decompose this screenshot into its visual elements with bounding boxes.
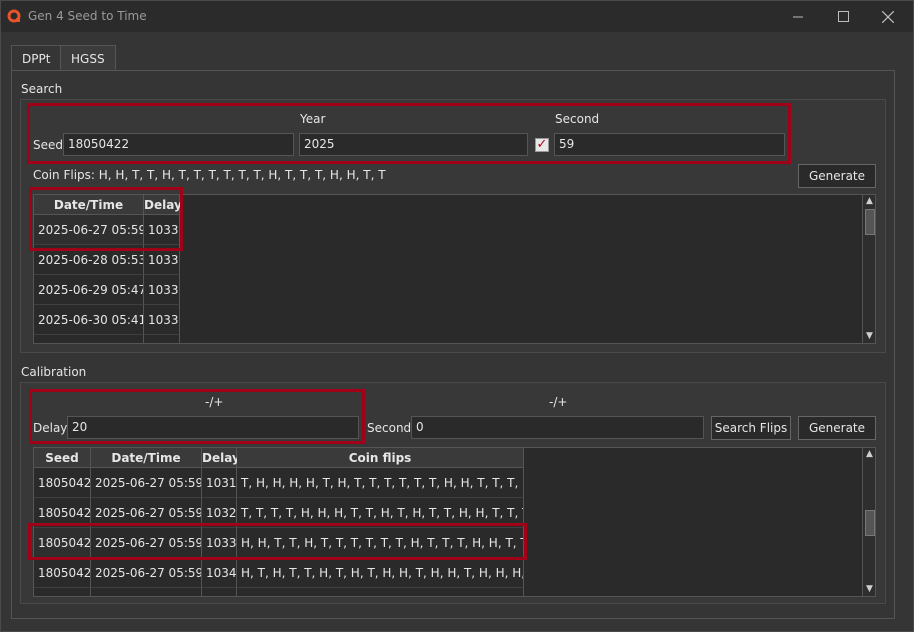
coin-flips-cell: H, T, H, T, T, H, T, H, T, H, H, T, H, H… [237, 558, 524, 588]
tab-hgss[interactable]: HGSS [60, 45, 116, 71]
app-logo-icon [7, 9, 21, 23]
calibration-table-scrollbar[interactable]: ▲ ▼ [862, 448, 875, 596]
column-header-delay[interactable]: Delay [144, 195, 182, 215]
table-header: Seed Date/Time Delay Coin flips [34, 448, 862, 468]
datetime-cell: 2025-06-27 05:59:59 [34, 215, 144, 245]
delay-cell: 1031 [202, 468, 237, 498]
datetime-cell: 2025-06-29 05:47:59 [34, 275, 144, 305]
coin-flips-cell [237, 588, 524, 596]
column-header-datetime[interactable]: Date/Time [34, 195, 144, 215]
window-title: Gen 4 Seed to Time [28, 9, 147, 23]
app-window: Gen 4 Seed to Time DPPt HGSS Search Year… [0, 0, 914, 632]
maximize-icon [837, 11, 849, 22]
datetime-cell: 2025-06-27 05:59:59 [91, 558, 202, 588]
search-results-table: Date/Time Delay 2025-06-27 05:59:59 1033… [33, 194, 876, 344]
scroll-up-icon[interactable]: ▲ [863, 448, 875, 461]
datetime-cell: 2025-06-27 05:59:59 [91, 498, 202, 528]
close-button[interactable] [865, 1, 911, 32]
delay-cell: 1033 [202, 528, 237, 558]
calibration-second-input[interactable]: 0 [411, 416, 704, 439]
delay-cell: 1033 [144, 305, 180, 335]
minimize-button[interactable] [775, 1, 821, 32]
seed-cell: 18050423 [34, 558, 91, 588]
seed-cell [34, 588, 91, 596]
datetime-cell [91, 588, 202, 596]
delay-cell: 1033 [144, 275, 180, 305]
delay-cell: 1032 [202, 498, 237, 528]
calibration-results-table: Seed Date/Time Delay Coin flips 18050420… [33, 447, 876, 597]
second-input[interactable]: 59 [554, 133, 785, 156]
datetime-cell: 2025-06-30 05:41:59 [34, 305, 144, 335]
search-table-scrollbar[interactable]: ▲ ▼ [862, 195, 875, 343]
datetime-cell [34, 335, 144, 343]
column-header-coin-flips[interactable]: Coin flips [237, 448, 524, 468]
scroll-down-icon[interactable]: ▼ [863, 330, 875, 343]
seed-label: Seed [33, 138, 63, 152]
datetime-cell: 2025-06-27 05:59:59 [91, 528, 202, 558]
coin-flips-cell: H, H, T, T, H, T, T, T, T, T, T, H, T, T… [237, 528, 524, 558]
second-checkbox[interactable]: ✓ [535, 138, 549, 152]
search-generate-button[interactable]: Generate [798, 164, 876, 188]
delay-range-header: -/+ [205, 395, 224, 409]
datetime-cell: 2025-06-27 05:59:59 [91, 468, 202, 498]
delay-cell: 1033 [144, 215, 180, 245]
scrollbar-thumb[interactable] [865, 510, 875, 536]
datetime-cell: 2025-06-28 05:53:59 [34, 245, 144, 275]
column-header-delay[interactable]: Delay [202, 448, 240, 468]
coin-flips-text: Coin Flips: H, H, T, T, H, T, T, T, T, T… [33, 168, 386, 182]
maximize-button[interactable] [820, 1, 866, 32]
title-bar: Gen 4 Seed to Time [1, 1, 913, 32]
scrollbar-thumb[interactable] [865, 209, 875, 235]
seed-cell: 18050422 [34, 528, 91, 558]
delay-input[interactable]: 20 [67, 416, 359, 439]
column-header-datetime[interactable]: Date/Time [91, 448, 202, 468]
coin-flips-cell: T, H, H, H, H, T, H, T, T, T, T, T, T, H… [237, 468, 524, 498]
calibration-generate-button[interactable]: Generate [798, 416, 876, 440]
calibration-group-label: Calibration [21, 365, 87, 379]
second-range-header: -/+ [549, 395, 568, 409]
column-header-seed[interactable]: Seed [34, 448, 91, 468]
seed-input[interactable]: 18050422 [63, 133, 294, 156]
minimize-icon [792, 16, 803, 18]
delay-cell: 1034 [202, 558, 237, 588]
scroll-up-icon[interactable]: ▲ [863, 195, 875, 208]
seed-cell: 18050421 [34, 498, 91, 528]
table-header: Date/Time Delay [34, 195, 862, 215]
delay-cell: 1033 [144, 245, 180, 275]
seed-cell: 18050420 [34, 468, 91, 498]
coin-flips-cell: T, T, T, T, H, H, H, T, T, H, T, H, T, T… [237, 498, 524, 528]
year-header-label: Year [300, 112, 326, 126]
second-header-label: Second [555, 112, 600, 126]
calibration-second-label: Second [367, 421, 412, 435]
delay-cell [144, 335, 180, 343]
scroll-down-icon[interactable]: ▼ [863, 583, 875, 596]
year-input[interactable]: 2025 [299, 133, 528, 156]
close-icon [882, 10, 894, 23]
tab-dppt[interactable]: DPPt [11, 45, 62, 72]
search-group-label: Search [21, 82, 63, 96]
search-flips-button[interactable]: Search Flips [711, 416, 791, 440]
delay-cell [202, 588, 237, 596]
delay-label: Delay [33, 421, 68, 435]
